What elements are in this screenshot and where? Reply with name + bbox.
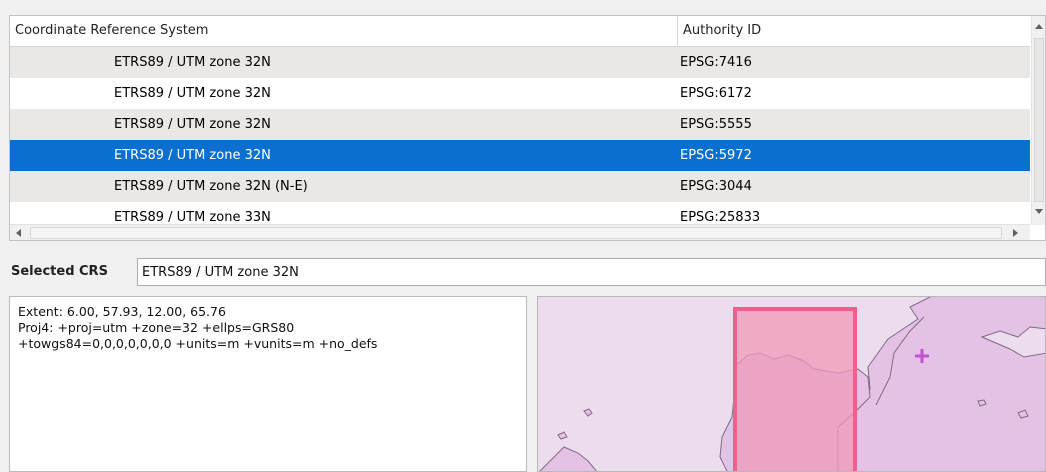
crs-name-cell: ETRS89 / UTM zone 32N (114, 55, 271, 70)
authority-id-cell: EPSG:5972 (680, 148, 752, 163)
authority-id-cell: EPSG:5555 (680, 117, 752, 132)
vertical-scroll-thumb[interactable] (1034, 38, 1044, 202)
small-island (557, 431, 568, 440)
table-row[interactable]: ETRS89 / UTM zone 32N EPSG:6172 (10, 78, 1030, 109)
scroll-down-arrow-icon[interactable] (1035, 209, 1043, 214)
crs-table[interactable]: Coordinate Reference System Authority ID… (9, 15, 1046, 241)
scroll-up-arrow-icon[interactable] (1035, 24, 1043, 29)
table-row[interactable]: ETRS89 / UTM zone 32N (N-E) EPSG:3044 (10, 171, 1030, 202)
horizontal-scroll-thumb[interactable] (30, 227, 1002, 239)
scroll-left-arrow-icon[interactable] (16, 229, 21, 237)
crs-extent-rectangle (733, 307, 857, 471)
table-row[interactable]: ETRS89 / UTM zone 32N EPSG:7416 (10, 47, 1030, 78)
crs-info-panel: Extent: 6.00, 57.93, 12.00, 65.76 Proj4:… (9, 296, 527, 472)
table-body: ETRS89 / UTM zone 32N EPSG:7416 ETRS89 /… (10, 47, 1030, 233)
table-row[interactable]: ETRS89 / UTM zone 32N EPSG:5555 (10, 109, 1030, 140)
southern-norway-land (539, 446, 597, 471)
table-row-selected[interactable]: ETRS89 / UTM zone 32N EPSG:5972 (10, 140, 1030, 171)
crs-name-cell: ETRS89 / UTM zone 32N (N-E) (114, 179, 308, 194)
authority-id-cell: EPSG:3044 (680, 179, 752, 194)
crs-extent-map[interactable] (537, 296, 1046, 472)
extent-text: Extent: 6.00, 57.93, 12.00, 65.76 (18, 304, 226, 319)
horizontal-scrollbar[interactable] (10, 224, 1030, 240)
crs-name-cell: ETRS89 / UTM zone 32N (114, 148, 271, 163)
proj4-text-line-1: Proj4: +proj=utm +zone=32 +ellps=GRS80 (18, 320, 295, 335)
authority-id-cell: EPSG:7416 (680, 55, 752, 70)
crs-name-cell: ETRS89 / UTM zone 32N (114, 117, 271, 132)
crs-name-cell: ETRS89 / UTM zone 32N (114, 86, 271, 101)
column-header-authority-id[interactable]: Authority ID (678, 16, 1030, 46)
small-island (583, 408, 593, 417)
proj4-text-line-2: +towgs84=0,0,0,0,0,0,0 +units=m +vunits=… (18, 336, 378, 351)
authority-id-cell: EPSG:6172 (680, 86, 752, 101)
column-header-crs[interactable]: Coordinate Reference System (10, 16, 678, 46)
scroll-right-arrow-icon[interactable] (1013, 229, 1018, 237)
table-header: Coordinate Reference System Authority ID (10, 16, 1030, 47)
vertical-scrollbar[interactable] (1031, 16, 1045, 225)
selected-crs-field[interactable] (137, 258, 1046, 286)
selected-crs-label: Selected CRS (11, 264, 108, 279)
map-canvas (539, 297, 1045, 471)
